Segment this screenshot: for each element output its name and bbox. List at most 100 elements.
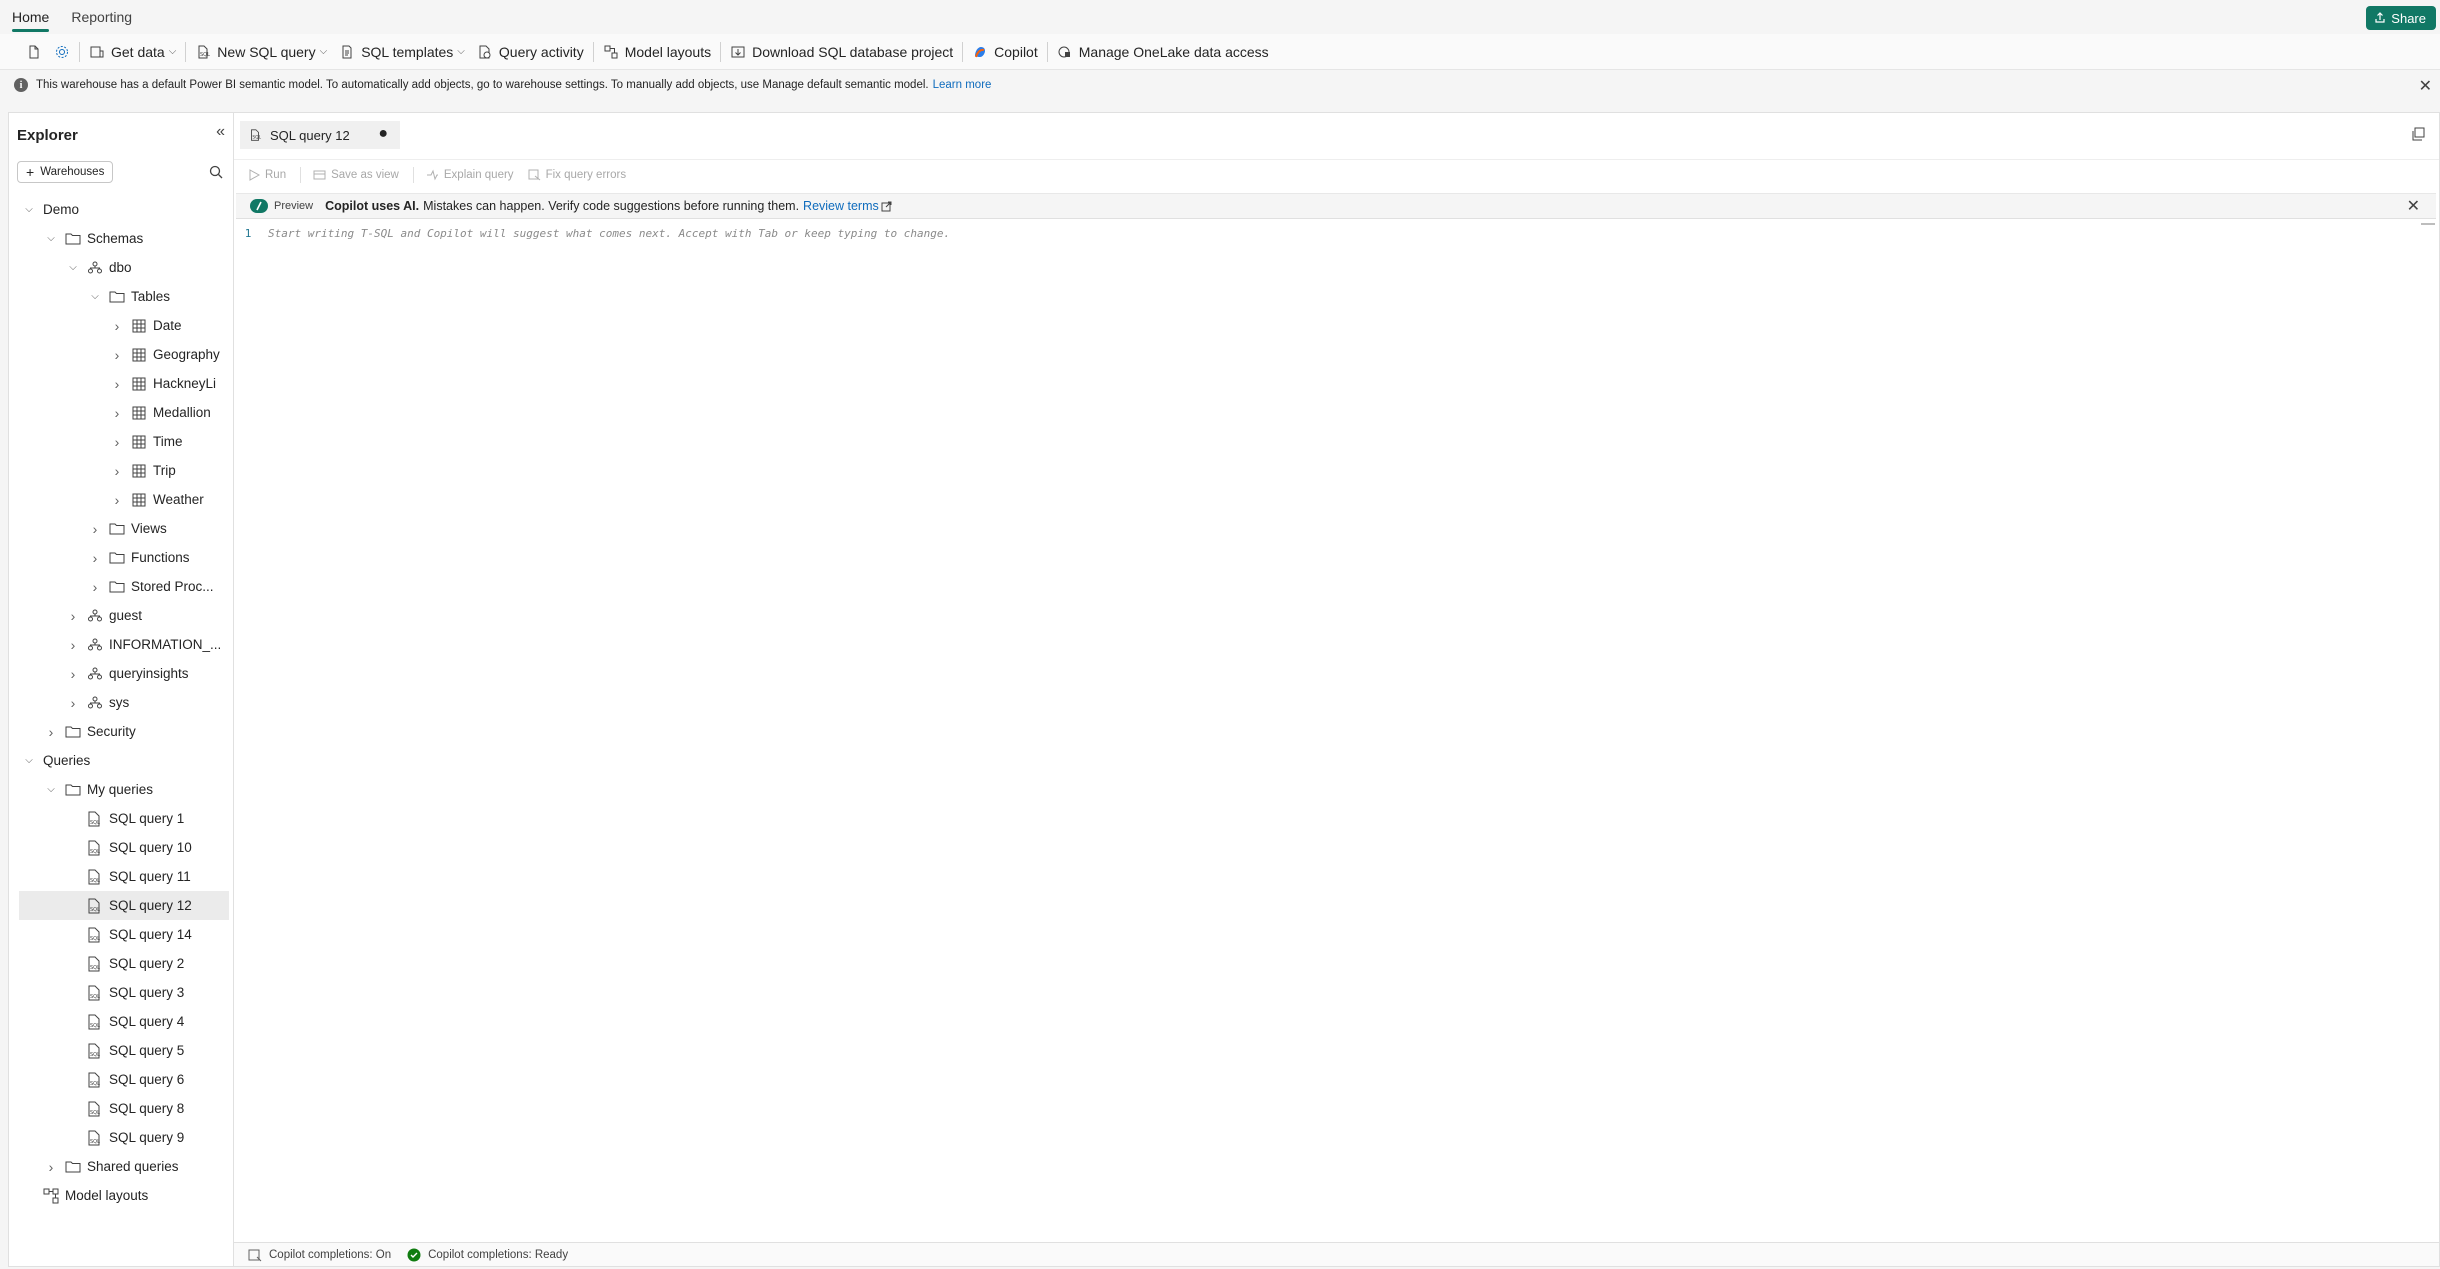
- tree-item-label: INFORMATION_...: [109, 637, 222, 652]
- chevron-right-icon[interactable]: ›: [111, 318, 123, 334]
- schema-icon: [87, 666, 103, 682]
- chevron-right-icon[interactable]: ›: [111, 405, 123, 421]
- tree-item-label: SQL query 3: [109, 985, 185, 1000]
- chevron-right-icon[interactable]: ›: [67, 666, 79, 682]
- explain-query-button[interactable]: Explain query: [426, 169, 514, 181]
- tree-item-functions[interactable]: › Functions: [9, 543, 233, 572]
- chevron-down-icon[interactable]: ⌵: [23, 204, 35, 215]
- tree-item-guest[interactable]: › guest: [9, 601, 233, 630]
- tab-sql-query-12[interactable]: SQL SQL query 12 ●: [240, 121, 400, 149]
- new-sql-query-button[interactable]: SQL New SQL query ⌵: [189, 38, 333, 66]
- tree-item-sql-query-10[interactable]: SQL SQL query 10: [9, 833, 233, 862]
- tree-item-sql-query-5[interactable]: SQL SQL query 5: [9, 1036, 233, 1065]
- chevron-down-icon[interactable]: ⌵: [89, 291, 101, 302]
- tree-item-geography[interactable]: › Geography: [9, 340, 233, 369]
- tree-item-sys[interactable]: › sys: [9, 688, 233, 717]
- close-icon[interactable]: ✕: [2407, 196, 2420, 216]
- chevron-right-icon[interactable]: ›: [111, 492, 123, 508]
- sql-file-icon: SQL: [87, 1043, 103, 1059]
- chevron-down-icon[interactable]: ⌵: [23, 755, 35, 766]
- tree-item-sql-query-6[interactable]: SQL SQL query 6: [9, 1065, 233, 1094]
- chevron-down-icon[interactable]: ⌵: [67, 262, 79, 273]
- tree-item-label: Demo: [43, 202, 80, 217]
- chevron-right-icon[interactable]: ›: [111, 463, 123, 479]
- chevron-right-icon[interactable]: ›: [67, 608, 79, 624]
- tree-item-sql-query-9[interactable]: SQL SQL query 9: [9, 1123, 233, 1152]
- tree-item-weather[interactable]: › Weather: [9, 485, 233, 514]
- chevron-down-icon[interactable]: ⌵: [45, 233, 57, 244]
- tree-item-schemas[interactable]: ⌵ Schemas: [9, 224, 233, 253]
- chevron-right-icon[interactable]: ›: [89, 550, 101, 566]
- tree-item-sql-query-11[interactable]: SQL SQL query 11: [9, 862, 233, 891]
- settings-button[interactable]: [48, 38, 76, 66]
- scrollbar-marker[interactable]: [2421, 223, 2435, 225]
- add-warehouses-button[interactable]: + Warehouses: [17, 161, 113, 183]
- tree-item-stored-proc[interactable]: › Stored Proc...: [9, 572, 233, 601]
- tree-item-demo[interactable]: ⌵ Demo: [9, 195, 233, 224]
- tree-item-label: SQL query 9: [109, 1130, 185, 1145]
- tab-home[interactable]: Home: [12, 0, 50, 34]
- tree-item-information[interactable]: › INFORMATION_...: [9, 630, 233, 659]
- tree-item-sql-query-8[interactable]: SQL SQL query 8: [9, 1094, 233, 1123]
- chevron-down-icon[interactable]: ⌵: [45, 784, 57, 795]
- copilot-label: Copilot: [994, 43, 1038, 60]
- chevron-right-icon[interactable]: ›: [111, 376, 123, 392]
- tree-item-time[interactable]: › Time: [9, 427, 233, 456]
- copy-icon[interactable]: [2411, 127, 2425, 144]
- learn-more-link[interactable]: Learn more: [933, 79, 992, 91]
- tab-reporting[interactable]: Reporting: [71, 0, 132, 34]
- chevron-right-icon[interactable]: ›: [45, 724, 57, 740]
- tree-item-queryinsights[interactable]: › queryinsights: [9, 659, 233, 688]
- copilot-completions-toggle[interactable]: Copilot completions: On: [248, 1248, 391, 1262]
- close-icon[interactable]: ✕: [2419, 76, 2432, 96]
- chevron-right-icon[interactable]: ›: [111, 347, 123, 363]
- get-data-button[interactable]: Get data ⌵: [83, 38, 182, 66]
- tree-item-sql-query-12[interactable]: SQL SQL query 12: [19, 891, 229, 920]
- tree-item-tables[interactable]: ⌵ Tables: [9, 282, 233, 311]
- svg-text:SQL: SQL: [90, 878, 100, 884]
- copilot-button[interactable]: Copilot: [966, 38, 1044, 66]
- chevron-right-icon[interactable]: ›: [45, 1159, 57, 1175]
- tree-item-sql-query-1[interactable]: SQL SQL query 1: [9, 804, 233, 833]
- copilot-notice-bar: Preview Copilot uses AI. Mistakes can ha…: [236, 193, 2436, 219]
- tree-item-trip[interactable]: › Trip: [9, 456, 233, 485]
- tree-item-date[interactable]: › Date: [9, 311, 233, 340]
- tree-item-hackneyli[interactable]: › HackneyLi: [9, 369, 233, 398]
- chevron-right-icon[interactable]: ›: [111, 434, 123, 450]
- save-as-view-button[interactable]: Save as view: [313, 169, 399, 181]
- sql-templates-button[interactable]: SQL templates ⌵: [333, 38, 471, 66]
- query-activity-button[interactable]: Query activity: [471, 38, 590, 66]
- run-button[interactable]: Run: [248, 169, 286, 181]
- tree-item-label: Queries: [43, 753, 91, 768]
- share-button[interactable]: Share: [2366, 6, 2436, 30]
- tree-item-model-layouts[interactable]: Model layouts: [9, 1181, 233, 1210]
- chevron-right-icon[interactable]: ›: [89, 521, 101, 537]
- manage-onelake-button[interactable]: Manage OneLake data access: [1051, 38, 1275, 66]
- review-terms-link[interactable]: Review terms: [803, 199, 879, 213]
- tree-item-sql-query-14[interactable]: SQL SQL query 14: [9, 920, 233, 949]
- chevron-right-icon[interactable]: ›: [67, 695, 79, 711]
- tree-item-medallion[interactable]: › Medallion: [9, 398, 233, 427]
- tree-item-my-queries[interactable]: ⌵ My queries: [9, 775, 233, 804]
- tree-item-sql-query-2[interactable]: SQL SQL query 2: [9, 949, 233, 978]
- tree-item-views[interactable]: › Views: [9, 514, 233, 543]
- search-icon[interactable]: [209, 165, 223, 182]
- code-line[interactable]: 1 Start writing T-SQL and Copilot will s…: [234, 223, 2439, 243]
- tree-item-security[interactable]: › Security: [9, 717, 233, 746]
- chevron-right-icon[interactable]: ›: [67, 637, 79, 653]
- chevron-down-icon: ⌵: [457, 46, 465, 57]
- new-item-button[interactable]: [20, 38, 48, 66]
- tree-item-sql-query-4[interactable]: SQL SQL query 4: [9, 1007, 233, 1036]
- download-project-button[interactable]: Download SQL database project: [724, 38, 959, 66]
- tree-item-queries[interactable]: ⌵ Queries: [9, 746, 233, 775]
- model-layouts-button[interactable]: Model layouts: [597, 38, 717, 66]
- collapse-panel-icon[interactable]: «: [216, 123, 225, 141]
- fix-query-errors-button[interactable]: Fix query errors: [528, 169, 626, 181]
- save-as-view-label: Save as view: [331, 168, 399, 181]
- svg-text:SQL: SQL: [90, 849, 100, 855]
- tree-item-dbo[interactable]: ⌵ dbo: [9, 253, 233, 282]
- folder-icon: [109, 579, 125, 595]
- tree-item-shared-queries[interactable]: › Shared queries: [9, 1152, 233, 1181]
- tree-item-sql-query-3[interactable]: SQL SQL query 3: [9, 978, 233, 1007]
- chevron-right-icon[interactable]: ›: [89, 579, 101, 595]
